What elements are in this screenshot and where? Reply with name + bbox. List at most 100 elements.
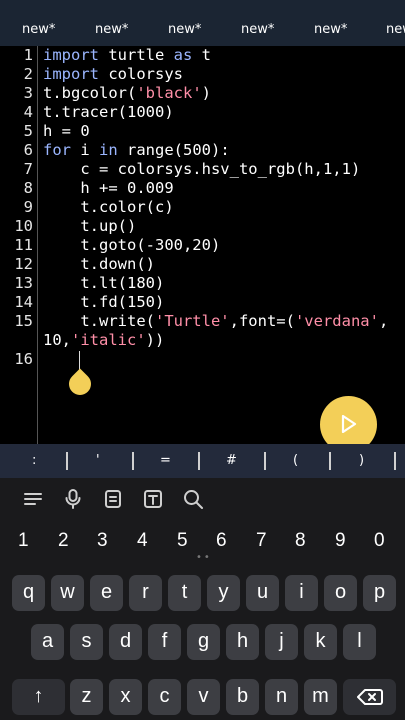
tab-new-2[interactable]: new*: [95, 22, 128, 37]
code-text: turtle: [99, 46, 174, 64]
tab-bar: new* new* new* new* new* new*: [0, 0, 405, 46]
backspace-key[interactable]: [343, 679, 396, 715]
key-f[interactable]: f: [148, 624, 181, 660]
string-literal: 'black': [136, 84, 202, 102]
key-w[interactable]: w: [51, 575, 84, 611]
key-0[interactable]: 0: [374, 530, 385, 552]
code-text: colorsys: [99, 65, 183, 83]
search-icon[interactable]: [182, 488, 204, 510]
key-h[interactable]: h: [226, 624, 259, 660]
key-7[interactable]: 7: [256, 530, 267, 552]
text-format-icon[interactable]: [142, 488, 164, 510]
symbol-key-open-paren[interactable]: (: [293, 453, 298, 468]
line-number: 11: [14, 236, 33, 254]
key-i[interactable]: i: [285, 575, 318, 611]
symbol-key-close-paren[interactable]: ): [359, 453, 364, 468]
code-text: t.bgcolor(: [43, 84, 137, 102]
key-1[interactable]: 1: [18, 530, 29, 552]
key-r[interactable]: r: [129, 575, 162, 611]
code-line-6: for i in range(500):: [43, 141, 230, 159]
line-number: 16: [14, 350, 33, 368]
code-line-14: t.fd(150): [43, 293, 165, 311]
keyword: in: [99, 141, 118, 159]
code-area[interactable]: import turtle as t import colorsys t.bgc…: [43, 46, 405, 444]
line-number: 2: [23, 65, 33, 83]
clipboard-icon[interactable]: [102, 488, 124, 510]
symbol-key-quote[interactable]: ': [96, 453, 100, 468]
line-number: 5: [23, 122, 33, 140]
tab-new-5[interactable]: new*: [314, 22, 347, 37]
code-line-5: h = 0: [43, 122, 90, 140]
key-j[interactable]: j: [265, 624, 298, 660]
symbol-key-equals[interactable]: =: [160, 453, 171, 468]
tab-new-1[interactable]: new*: [22, 22, 55, 37]
shift-arrow-icon: ↑: [33, 685, 44, 707]
code-text: i: [71, 141, 99, 159]
key-3[interactable]: 3: [97, 530, 108, 552]
key-o[interactable]: o: [324, 575, 357, 611]
soft-keyboard: 1 2 3 4 5 6 7 8 9 0 •• q w e r t y u i o…: [0, 478, 405, 720]
code-line-11: t.goto(-300,20): [43, 236, 221, 254]
key-k[interactable]: k: [304, 624, 337, 660]
line-number: 13: [14, 274, 33, 292]
key-8[interactable]: 8: [295, 530, 306, 552]
code-line-4: t.tracer(1000): [43, 103, 174, 121]
keyword: as: [173, 46, 193, 64]
line-number: 14: [14, 293, 33, 311]
key-c[interactable]: c: [148, 679, 181, 715]
code-text: ): [201, 84, 211, 102]
key-l[interactable]: l: [343, 624, 376, 660]
drag-dots: ••: [196, 552, 212, 563]
key-b[interactable]: b: [226, 679, 259, 715]
line-number: 8: [23, 179, 33, 197]
key-d[interactable]: d: [109, 624, 142, 660]
shift-key[interactable]: ↑: [12, 679, 65, 715]
key-g[interactable]: g: [187, 624, 220, 660]
symbol-key-colon[interactable]: :: [32, 453, 36, 468]
microphone-icon[interactable]: [62, 488, 84, 510]
tab-new-4[interactable]: new*: [241, 22, 274, 37]
key-5[interactable]: 5: [177, 530, 188, 552]
string-literal: 'verdana': [294, 312, 379, 330]
key-u[interactable]: u: [246, 575, 279, 611]
key-p[interactable]: p: [363, 575, 396, 611]
code-editor[interactable]: 1 2 3 4 5 6 7 8 9 10 11 12 13 14 15 16 i…: [0, 46, 405, 444]
key-t[interactable]: t: [168, 575, 201, 611]
code-text: ,font=(: [229, 312, 295, 330]
key-a[interactable]: a: [31, 624, 64, 660]
key-v[interactable]: v: [187, 679, 220, 715]
symbol-separator: [394, 452, 396, 470]
line-number-gutter: 1 2 3 4 5 6 7 8 9 10 11 12 13 14 15 16: [0, 46, 38, 444]
tab-new-6[interactable]: new*: [386, 22, 405, 37]
key-e[interactable]: e: [90, 575, 123, 611]
code-line-15: t.write('Turtle',font=('verdana',: [43, 312, 388, 330]
key-x[interactable]: x: [109, 679, 142, 715]
key-m[interactable]: m: [304, 679, 337, 715]
key-s[interactable]: s: [70, 624, 103, 660]
code-line-7: c = colorsys.hsv_to_rgb(h,1,1): [43, 160, 361, 178]
string-literal: 'italic': [71, 331, 146, 349]
key-z[interactable]: z: [70, 679, 103, 715]
key-q[interactable]: q: [12, 575, 45, 611]
code-line-2: import colorsys: [43, 65, 183, 83]
tab-new-3[interactable]: new*: [168, 22, 201, 37]
key-6[interactable]: 6: [216, 530, 227, 552]
code-line-9: t.color(c): [43, 198, 174, 216]
key-2[interactable]: 2: [58, 530, 69, 552]
symbol-bar: : ' = # ( ): [0, 444, 405, 478]
keyword: import: [43, 46, 99, 64]
string-literal: 'Turtle': [154, 312, 230, 330]
keyword: import: [43, 65, 99, 83]
line-number: 12: [14, 255, 33, 273]
key-4[interactable]: 4: [137, 530, 148, 552]
line-number: 6: [23, 141, 33, 159]
symbol-separator: [132, 452, 134, 470]
menu-icon[interactable]: [22, 488, 44, 510]
symbol-key-hash[interactable]: #: [226, 453, 237, 468]
key-y[interactable]: y: [207, 575, 240, 611]
backspace-icon: [356, 689, 383, 705]
line-number: 15: [14, 312, 33, 330]
code-line-10: t.up(): [43, 217, 137, 235]
key-n[interactable]: n: [265, 679, 298, 715]
key-9[interactable]: 9: [335, 530, 346, 552]
